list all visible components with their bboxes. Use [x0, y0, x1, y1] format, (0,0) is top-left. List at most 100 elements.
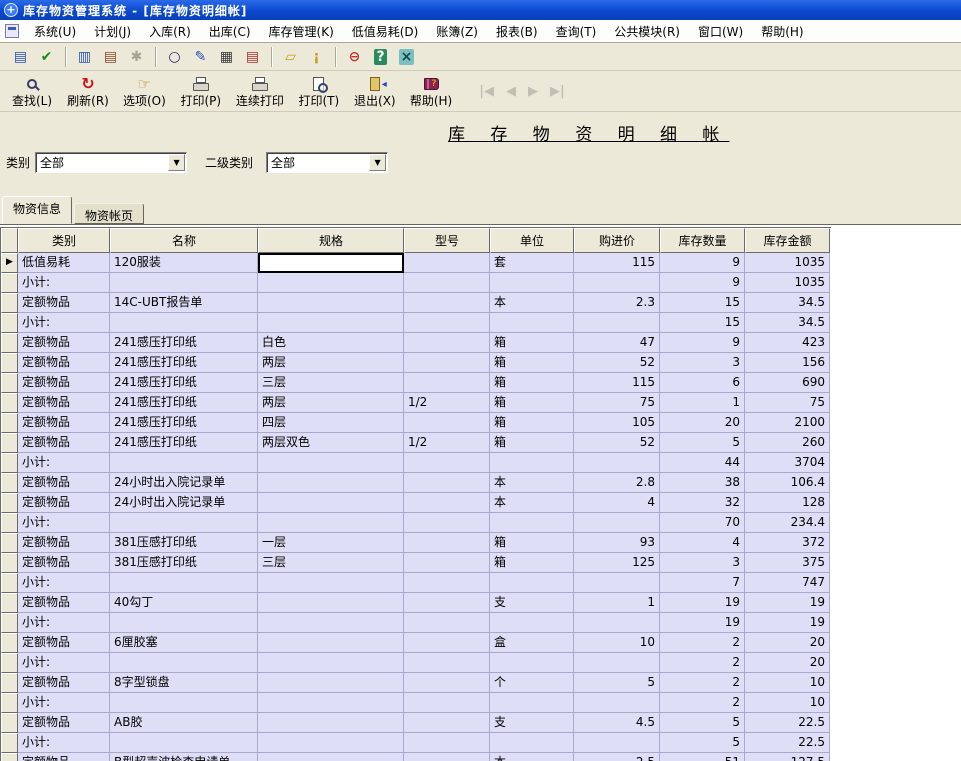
row-selector[interactable] [1, 293, 18, 313]
cell-purchase-price[interactable]: 47 [574, 333, 660, 353]
search-config-button[interactable]: ✱ [124, 45, 149, 69]
cell-unit[interactable]: 箱 [490, 353, 574, 373]
cell-category[interactable]: 定额物品 [18, 333, 110, 353]
tab-material-info[interactable]: 物资信息 [2, 196, 73, 224]
table-row[interactable]: 定额物品 241感压打印纸 两层 1/2 箱 75 1 75 [1, 393, 831, 413]
cell-stock-amount[interactable]: 423 [745, 333, 830, 353]
cell-category[interactable]: 小计: [18, 613, 110, 633]
cell-model[interactable] [404, 273, 490, 293]
cell-stock-qty[interactable]: 1 [660, 393, 745, 413]
cell-name[interactable]: 241感压打印纸 [110, 373, 258, 393]
cell-model[interactable] [404, 293, 490, 313]
cell-stock-qty[interactable]: 38 [660, 473, 745, 493]
subcategory-select[interactable]: 全部 ▼ [266, 152, 389, 173]
cell-model[interactable] [404, 333, 490, 353]
cell-name[interactable]: 6厘胶塞 [110, 633, 258, 653]
cell-stock-qty[interactable]: 19 [660, 613, 745, 633]
cell-purchase-price[interactable]: 115 [574, 373, 660, 393]
cell-unit[interactable] [490, 573, 574, 593]
cell-stock-qty[interactable]: 51 [660, 753, 745, 761]
column-header-stock-qty[interactable]: 库存数量 [660, 228, 745, 253]
key-button[interactable]: ¡ [304, 45, 329, 69]
table-row[interactable]: 小计: 15 34.5 [1, 313, 831, 333]
row-selector[interactable] [1, 593, 18, 613]
cell-stock-amount[interactable]: 19 [745, 593, 830, 613]
report-button[interactable]: ▥ [72, 45, 97, 69]
row-selector[interactable] [1, 313, 18, 333]
cell-unit[interactable]: 本 [490, 753, 574, 761]
cell-spec[interactable]: 白色 [258, 333, 404, 353]
row-selector[interactable] [1, 333, 18, 353]
cell-name[interactable]: 381压感打印纸 [110, 533, 258, 553]
cell-model[interactable] [404, 713, 490, 733]
cell-purchase-price[interactable]: 52 [574, 433, 660, 453]
cell-model[interactable] [404, 533, 490, 553]
table-row[interactable]: 定额物品 241感压打印纸 三层 箱 115 6 690 [1, 373, 831, 393]
cell-model[interactable] [404, 693, 490, 713]
cell-model[interactable] [404, 573, 490, 593]
cell-model[interactable]: 1/2 [404, 433, 490, 453]
cell-unit[interactable]: 箱 [490, 413, 574, 433]
cell-purchase-price[interactable]: 10 [574, 633, 660, 653]
cell-spec[interactable] [258, 453, 404, 473]
cell-name[interactable]: 241感压打印纸 [110, 333, 258, 353]
cell-stock-amount[interactable]: 75 [745, 393, 830, 413]
row-selector[interactable] [1, 613, 18, 633]
cell-model[interactable] [404, 453, 490, 473]
cell-stock-qty[interactable]: 20 [660, 413, 745, 433]
cell-category[interactable]: 定额物品 [18, 553, 110, 573]
cell-stock-amount[interactable]: 127.5 [745, 753, 830, 761]
print-preview-button[interactable]: 打印(T) [291, 73, 347, 110]
table-row[interactable]: 定额物品 24小时出入院记录单 本 4 32 128 [1, 493, 831, 513]
cell-spec[interactable] [258, 673, 404, 693]
stop-button[interactable]: ⊖ [342, 45, 367, 69]
cell-name[interactable]: 241感压打印纸 [110, 433, 258, 453]
cell-model[interactable] [404, 613, 490, 633]
cell-unit[interactable] [490, 273, 574, 293]
export-save-button[interactable]: ▤ [240, 45, 265, 69]
cell-purchase-price[interactable] [574, 653, 660, 673]
table-row[interactable]: 小计: 2 10 [1, 693, 831, 713]
row-selector[interactable] [1, 513, 18, 533]
cell-unit[interactable] [490, 693, 574, 713]
cell-name[interactable] [110, 613, 258, 633]
cell-model[interactable] [404, 373, 490, 393]
cell-category[interactable]: 小计: [18, 733, 110, 753]
cell-spec[interactable] [258, 313, 404, 333]
nav-prev-icon[interactable]: ◀ [500, 84, 522, 99]
cell-category[interactable]: 定额物品 [18, 373, 110, 393]
menu-item-4[interactable]: 出库(C) [200, 22, 260, 42]
cell-stock-amount[interactable]: 156 [745, 353, 830, 373]
row-selector[interactable] [1, 673, 18, 693]
cell-unit[interactable]: 支 [490, 593, 574, 613]
table-row[interactable]: 定额物品 381压感打印纸 三层 箱 125 3 375 [1, 553, 831, 573]
cell-spec[interactable]: 两层 [258, 393, 404, 413]
cell-stock-qty[interactable]: 5 [660, 713, 745, 733]
cell-name[interactable]: 14C-UBT报告单 [110, 293, 258, 313]
close-window-button[interactable]: × [394, 45, 419, 69]
cell-model[interactable] [404, 413, 490, 433]
table-row[interactable]: 小计: 70 234.4 [1, 513, 831, 533]
zoom-button[interactable]: ○ [162, 45, 187, 69]
cell-unit[interactable]: 本 [490, 473, 574, 493]
cell-name[interactable]: 24小时出入院记录单 [110, 493, 258, 513]
cell-model[interactable] [404, 753, 490, 761]
table-row[interactable]: 小计: 2 20 [1, 653, 831, 673]
cell-stock-qty[interactable]: 15 [660, 293, 745, 313]
cell-name[interactable] [110, 573, 258, 593]
cell-spec[interactable]: 三层 [258, 373, 404, 393]
row-selector[interactable] [1, 373, 18, 393]
cell-purchase-price[interactable]: 4.5 [574, 713, 660, 733]
cell-spec[interactable] [258, 493, 404, 513]
column-header-unit[interactable]: 单位 [490, 228, 574, 253]
cell-stock-qty[interactable]: 3 [660, 553, 745, 573]
cell-spec[interactable] [258, 473, 404, 493]
cell-stock-amount[interactable]: 34.5 [745, 313, 830, 333]
cell-purchase-price[interactable] [574, 733, 660, 753]
menu-item-5[interactable]: 库存管理(K) [260, 22, 343, 42]
nav-last-icon[interactable]: ▶| [544, 84, 571, 99]
cell-purchase-price[interactable] [574, 573, 660, 593]
cell-stock-qty[interactable]: 15 [660, 313, 745, 333]
cell-stock-qty[interactable]: 9 [660, 333, 745, 353]
cell-category[interactable]: 低值易耗 [18, 253, 110, 273]
